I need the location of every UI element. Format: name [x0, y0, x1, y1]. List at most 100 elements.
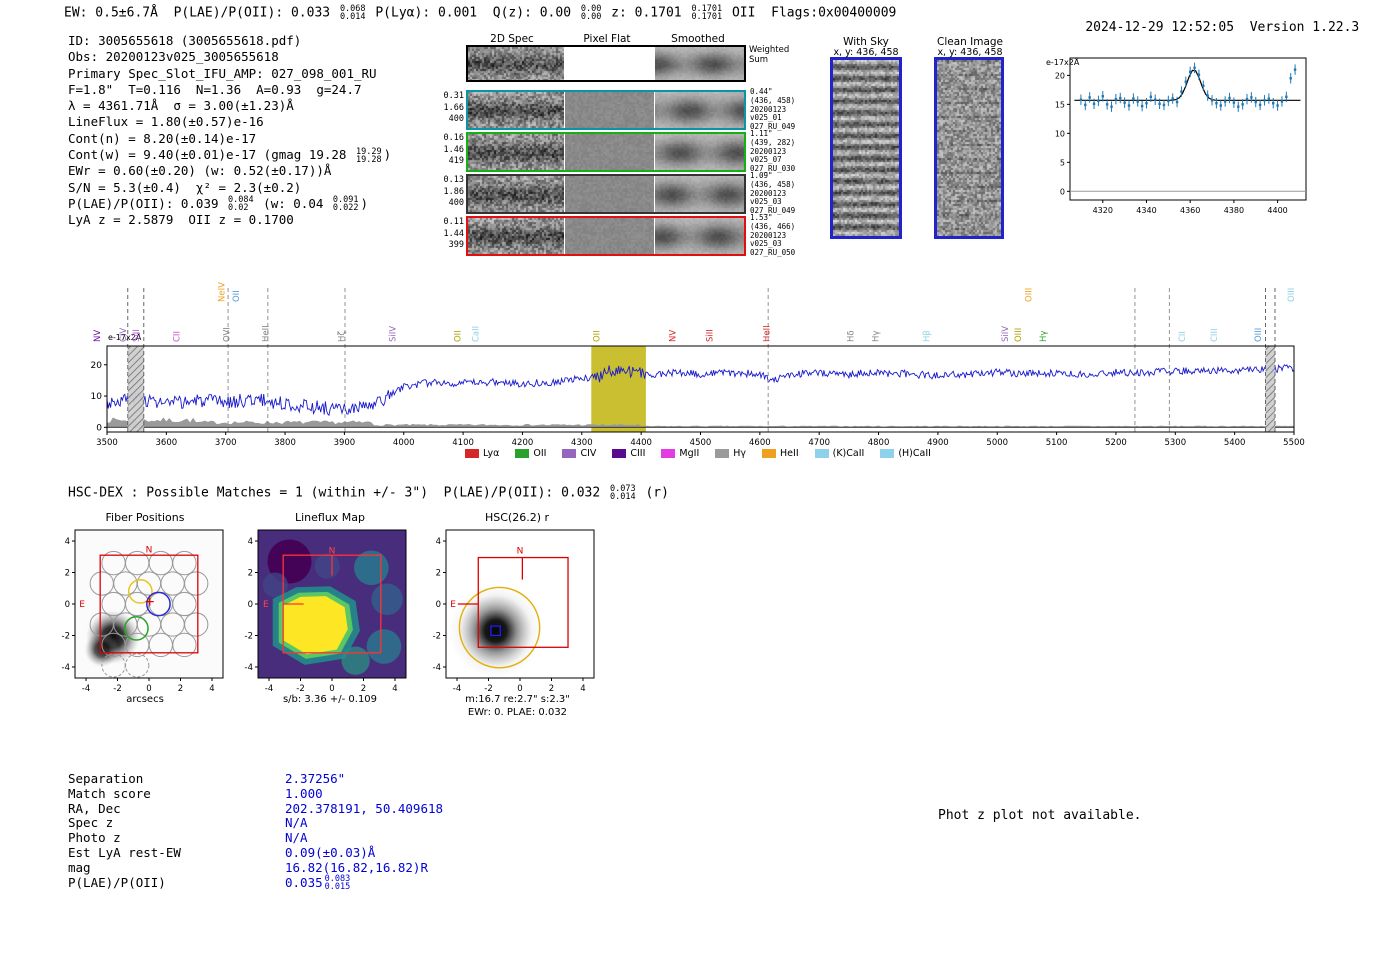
svg-text:2: 2 [549, 684, 554, 692]
legend-item: (K)CaII [814, 448, 864, 459]
svg-text:-4: -4 [453, 684, 461, 692]
svg-text:4: 4 [436, 537, 441, 547]
svg-text:2: 2 [248, 569, 253, 579]
legend-item: (H)CaII [880, 448, 931, 459]
info-block: ID: 3005655618 (3005655618.pdf) Obs: 2020… [68, 33, 391, 229]
legend-item: Hγ [715, 448, 746, 459]
value-uncertainty: 0.1701 0.1701 [691, 4, 723, 22]
svg-text:Hγ: Hγ [1039, 331, 1049, 342]
value-uncertainty: 0.073 0.014 [610, 484, 636, 502]
svg-text:3900: 3900 [334, 438, 356, 448]
svg-text:E: E [79, 600, 85, 610]
legend-swatch [612, 449, 627, 458]
info-line: LineFlux = 1.80(±0.57)e-16 [68, 114, 264, 130]
svg-text:-2: -2 [433, 631, 441, 641]
match-table: Separation 2.37256" Match score 1.000 RA, De… [68, 771, 443, 891]
fiber-pixelflat-image [565, 134, 654, 170]
photz-note: Phot z plot not available. [938, 808, 1142, 823]
fiber-row-weights: 0.31 1.66 400 [443, 91, 464, 124]
match-table-label: mag [68, 859, 91, 875]
svg-text:-2: -2 [62, 631, 70, 641]
hsc-caption-1: m:16.7 re:2.7" s:2.3" [465, 694, 570, 705]
spec2d-col-title-2dspec: 2D Spec [490, 33, 534, 45]
match-table-label: P(LAE)/P(OII) [68, 874, 166, 890]
legend-swatch [465, 449, 480, 458]
fiber-row-annotation: 1.53" (436, 466) 20200123 v025_03 027_RU_050 [750, 213, 796, 258]
match-table-row: RA, Dec 202.378191, 50.409618 [68, 801, 443, 816]
svg-text:20: 20 [1055, 71, 1065, 80]
info-line: ID: 3005655618 (3005655618.pdf) [68, 33, 302, 48]
fiber-smoothed-image [655, 176, 744, 212]
info-line: EWr = 0.60(±0.20) (w: 0.52(±0.17))Å [68, 163, 332, 179]
spec2d-row [466, 90, 746, 130]
svg-text:-4: -4 [62, 663, 70, 673]
svg-text:4900: 4900 [927, 438, 949, 448]
fiber-row-annotation: 1.11" (439, 282) 20200123 v025_07 027_RU_030 [750, 129, 796, 174]
svg-text:0: 0 [65, 600, 70, 610]
svg-text:CII: CII [1178, 331, 1188, 342]
svg-text:CIV: CIV [119, 328, 129, 342]
zoom-line-plot: 4320 4340 4360 4380 4400 0 5 10 15 20 e-17x2Å [1040, 50, 1312, 222]
svg-text:3500: 3500 [96, 438, 118, 448]
spec2d-col-title-pixelflat: Pixel Flat [583, 33, 631, 45]
legend-item: CIV [562, 448, 596, 459]
svg-text:CaII: CaII [472, 326, 482, 342]
svg-text:OIII: OIII [1014, 328, 1024, 342]
svg-text:0: 0 [248, 600, 253, 610]
svg-text:4600: 4600 [749, 438, 771, 448]
fiber-row-annotation: 0.44" (436, 458) 20200123 v025_01 027_RU_049 [750, 87, 796, 132]
svg-text:HeII: HeII [762, 325, 772, 342]
svg-text:-2: -2 [113, 684, 121, 692]
svg-text:OIII: OIII [1254, 328, 1264, 342]
svg-text:OIII: OIII [1287, 288, 1297, 302]
svg-text:Hγ: Hγ [872, 331, 882, 342]
legend-item: HeII [762, 448, 799, 459]
svg-text:OVI: OVI [222, 327, 232, 342]
value-uncertainty: 19.29 19.28 [355, 146, 382, 165]
hsc-dex-line: HSC-DEX : Possible Matches = 1 (within +… [68, 484, 669, 502]
svg-text:2: 2 [178, 684, 183, 692]
match-table-row: Separation 2.37256" [68, 771, 443, 786]
fiber-xlabel: arcsecs [126, 694, 164, 705]
info-line: P(LAE)/P(OII): 0.039 0.084 0.02 (w: 0.04 … [68, 195, 369, 214]
fiber-smoothed-image [655, 134, 744, 170]
hsc-image-panel: N E -4 -4 -2 -2 0 0 2 2 4 4 [402, 524, 616, 694]
svg-text:-4: -4 [82, 684, 90, 692]
svg-text:HeII: HeII [261, 325, 271, 342]
info-line: Cont(n) = 8.20(±0.14)e-17 [68, 130, 257, 146]
spec2d-section: 2D Spec Pixel Flat Smoothed Weighted Sum … [444, 33, 802, 259]
match-table-label: Spec z [68, 815, 114, 831]
svg-text:4360: 4360 [1180, 206, 1200, 215]
fiber-pixelflat-image [565, 92, 654, 128]
match-table-row: Photo z N/A [68, 830, 443, 845]
value-uncertainty: 0.091 0.022 [332, 195, 359, 214]
svg-text:4500: 4500 [690, 438, 712, 448]
svg-text:CII: CII [172, 331, 182, 342]
match-table-label: Photo z [68, 830, 121, 846]
match-table-value: N/A [285, 815, 308, 831]
svg-text:10: 10 [91, 392, 103, 402]
value-uncertainty: 0.068 0.014 [339, 4, 366, 22]
fiber-row-weights: 0.11 1.44 399 [443, 217, 464, 250]
legend-item: Lyα [465, 448, 499, 459]
version-label: Version 1.22.3 [1249, 20, 1360, 35]
svg-text:E: E [450, 600, 456, 610]
info-line: LyA z = 2.5879 OII z = 0.1700 [68, 212, 294, 228]
hsc-caption-2: EWr: 0. PLAE: 0.032 [467, 707, 568, 718]
svg-text:5: 5 [1060, 158, 1065, 167]
fiber-smoothed-image [655, 218, 744, 254]
lineflux-map-title: Lineflux Map [294, 511, 366, 524]
fiber-row-annotation: 1.09" (436, 458) 20200123 v025_03 027_RU_049 [750, 171, 796, 216]
legend-item: CIII [612, 448, 645, 459]
svg-text:OII: OII [454, 330, 464, 342]
legend-swatch [515, 449, 530, 458]
svg-text:4: 4 [392, 684, 397, 692]
svg-text:4380: 4380 [1224, 206, 1244, 215]
svg-text:5000: 5000 [986, 438, 1008, 448]
svg-text:0: 0 [517, 684, 522, 692]
legend-swatch [762, 449, 777, 458]
svg-text:N: N [517, 546, 524, 556]
with-sky-cutout [830, 57, 902, 239]
svg-text:e-17x2Å: e-17x2Å [1046, 56, 1080, 67]
svg-text:4320: 4320 [1093, 206, 1113, 215]
